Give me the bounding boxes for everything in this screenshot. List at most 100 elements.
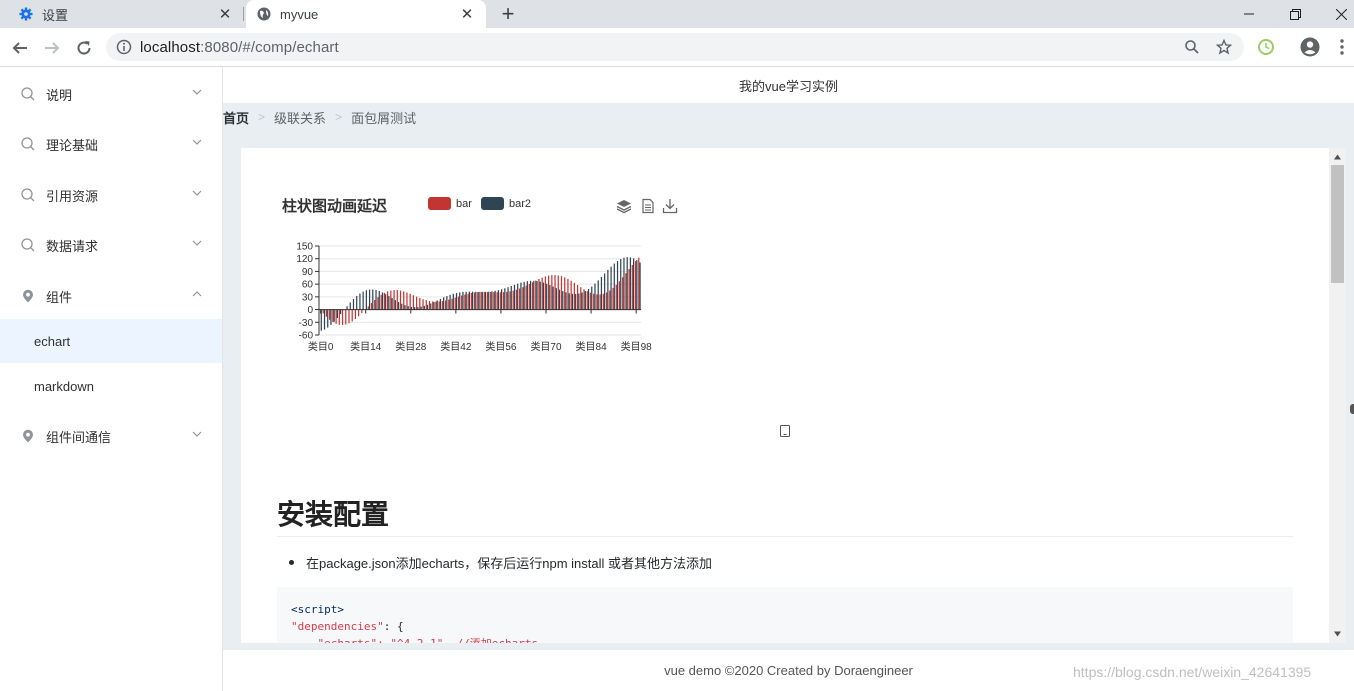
bar — [544, 276, 547, 310]
bar2 — [626, 257, 628, 310]
bar2 — [578, 293, 580, 310]
zoom-icon[interactable] — [1184, 39, 1200, 55]
bar2 — [620, 259, 622, 310]
bar — [399, 290, 402, 310]
bar — [573, 282, 575, 310]
bar — [415, 296, 418, 310]
forward-button[interactable] — [38, 34, 66, 62]
bar — [483, 291, 485, 310]
bar — [583, 289, 585, 310]
new-tab-button[interactable]: + — [496, 1, 520, 26]
bar — [531, 282, 534, 310]
bar — [496, 292, 498, 310]
sidebar-item-components[interactable]: 组件 — [0, 271, 222, 321]
location-icon — [20, 288, 36, 304]
bookmark-star-icon[interactable] — [1215, 38, 1233, 55]
app-header: 我的vue学习实例 — [223, 67, 1354, 103]
bar — [341, 309, 344, 326]
bar — [625, 273, 627, 310]
search-icon — [20, 86, 36, 102]
bar2 — [607, 269, 609, 310]
legend-item-bar2[interactable]: bar2 — [481, 197, 531, 210]
bar — [486, 291, 489, 310]
bar2 — [539, 281, 541, 310]
sidebar-item-label: 说明 — [46, 87, 73, 103]
bar — [528, 283, 530, 310]
list-item: 在package.json添加echarts，保存后运行npm install … — [289, 553, 712, 572]
breadcrumb-item[interactable]: 级联关系 — [274, 108, 326, 127]
tab-settings[interactable]: 设置 ✕ — [0, 0, 244, 28]
bar2 — [336, 309, 338, 319]
legend-item-bar[interactable]: bar — [428, 197, 472, 210]
bar2 — [604, 273, 606, 310]
sidebar-item-label: 引用资源 — [46, 188, 99, 204]
tab-myvue[interactable]: myvue ✕ — [246, 0, 486, 28]
sidebar-item-resources[interactable]: 引用资源 — [0, 170, 222, 220]
bar2 — [484, 291, 487, 310]
sidebar-subitem-echart[interactable]: echart — [0, 319, 222, 363]
sidebar-item-instructions[interactable]: 说明 — [0, 69, 222, 119]
bar — [454, 297, 456, 310]
bar — [499, 292, 501, 310]
list-item-text: 在package.json添加echarts，保存后运行npm install … — [306, 556, 712, 571]
download-icon[interactable] — [662, 198, 678, 214]
bar2 — [436, 300, 438, 310]
breadcrumb: 首页 > 级联关系 > 面包屑测试 — [223, 108, 416, 126]
bar — [325, 309, 328, 317]
bar — [419, 297, 421, 310]
profile-icon[interactable] — [1300, 37, 1320, 57]
more-menu-icon[interactable] — [1332, 37, 1352, 57]
x-tick-label: 类目0 — [308, 340, 334, 353]
breadcrumb-item-home[interactable]: 首页 — [223, 108, 249, 127]
sidebar-item-theory[interactable]: 理论基础 — [0, 119, 222, 169]
bar — [634, 261, 637, 310]
bar — [618, 281, 621, 310]
sidebar-item-data-request[interactable]: 数据请求 — [0, 220, 222, 270]
bar2 — [478, 291, 480, 310]
restore-button[interactable] — [1272, 0, 1318, 28]
scrollbar-thumb[interactable] — [1331, 165, 1344, 283]
bar2 — [571, 293, 574, 310]
bar — [441, 301, 443, 310]
close-window-button[interactable] — [1318, 0, 1354, 28]
code-line: "dependencies": { — [291, 618, 1279, 635]
sidebar-item-label: 数据请求 — [46, 238, 99, 254]
data-view-icon[interactable] — [640, 198, 656, 214]
bar — [432, 301, 434, 310]
bar — [589, 292, 592, 310]
bar — [345, 309, 347, 325]
address-bar[interactable]: localhost:8080/#/comp/echart — [106, 33, 1244, 61]
bar — [612, 287, 614, 310]
x-tick-label: 类目70 — [530, 340, 562, 353]
extension-timer-icon[interactable] — [1256, 37, 1276, 57]
bar2 — [443, 297, 445, 310]
bar — [615, 284, 617, 310]
bar2 — [517, 283, 519, 310]
reload-button[interactable] — [70, 34, 98, 62]
sidebar-subitem-markdown[interactable]: markdown — [0, 364, 222, 408]
stack-layers-icon[interactable] — [616, 198, 632, 214]
scroll-up-icon[interactable] — [1333, 153, 1342, 161]
minimize-button[interactable] — [1226, 0, 1272, 28]
bar — [477, 292, 479, 310]
back-button[interactable] — [6, 34, 34, 62]
info-icon[interactable] — [116, 39, 132, 60]
chevron-up-icon — [192, 291, 202, 297]
search-icon — [20, 237, 36, 253]
x-tick-label: 类目42 — [440, 340, 472, 353]
x-tick-label: 类目84 — [576, 340, 608, 353]
bar2 — [455, 292, 458, 310]
bar — [457, 296, 460, 310]
bar — [348, 309, 350, 324]
bar2 — [549, 285, 551, 310]
sidebar-item-component-communication[interactable]: 组件间通信 — [0, 411, 222, 461]
bar2 — [562, 291, 564, 310]
close-icon[interactable]: ✕ — [216, 5, 234, 23]
bar2 — [507, 287, 509, 310]
bar — [502, 292, 505, 310]
bar2 — [407, 306, 409, 310]
scroll-down-icon[interactable] — [1333, 630, 1342, 638]
close-icon[interactable]: ✕ — [458, 5, 476, 23]
y-tick-label: 60 — [302, 280, 314, 291]
bar — [509, 291, 511, 310]
